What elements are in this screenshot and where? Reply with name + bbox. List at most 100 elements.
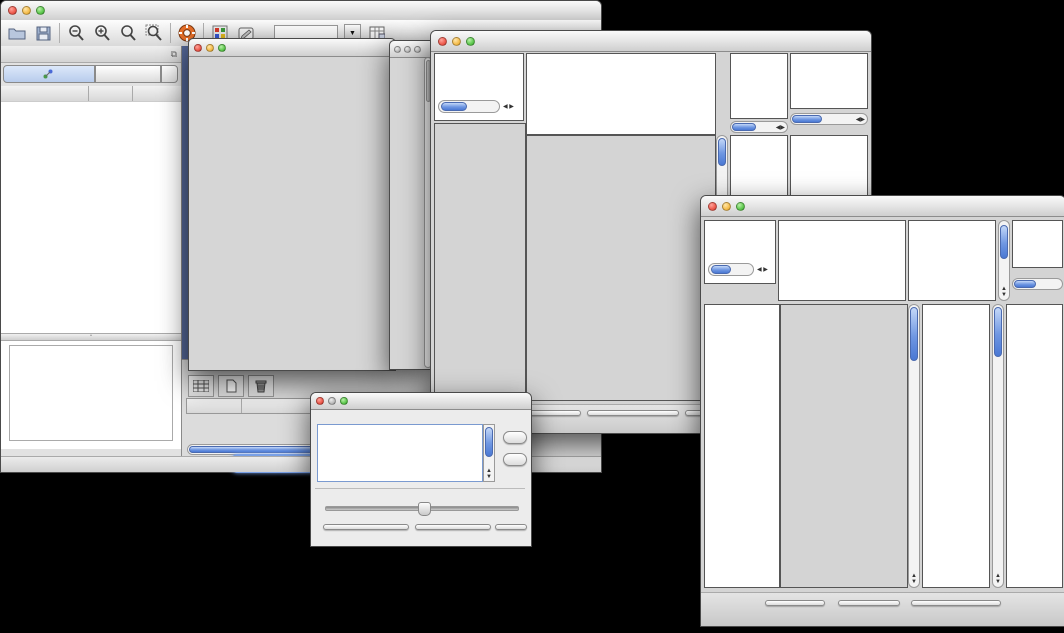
tv2-collabel-vscrollbar[interactable]: ▲▼: [998, 220, 1010, 301]
zoom-button[interactable]: [218, 44, 226, 52]
toolbar-separator: [170, 23, 171, 43]
minimize-button[interactable]: [452, 37, 461, 46]
tv2-sub-scroll-arrows[interactable]: ▲▼: [995, 573, 1001, 585]
animation-speed-slider[interactable]: [325, 506, 519, 511]
animate-vizmap-button[interactable]: [323, 524, 409, 530]
data-col-id[interactable]: [187, 399, 242, 413]
zoom-selected-icon[interactable]: [118, 23, 138, 43]
dialog-button-bar: [311, 524, 531, 542]
grid-network-canvas[interactable]: [390, 57, 424, 368]
open-file-icon[interactable]: [7, 23, 27, 43]
col-header-nodes[interactable]: [89, 86, 134, 101]
tv2-export-graphics-button[interactable]: [911, 600, 1001, 606]
tv2-column-labels: [908, 220, 996, 301]
map-colors-titlebar[interactable]: [311, 393, 531, 410]
network-overview-thumbnail[interactable]: [9, 345, 173, 441]
treeview1-titlebar[interactable]: [431, 31, 871, 52]
minimize-button[interactable]: [404, 46, 411, 53]
tv2-heatmap[interactable]: [780, 304, 908, 588]
attribute-select-icon[interactable]: [188, 375, 214, 397]
tv1-row-dendrogram[interactable]: [434, 123, 526, 401]
tv1-status-scrollbar[interactable]: [438, 100, 500, 113]
tv1-column-dendrogram[interactable]: [526, 53, 716, 135]
tv2-heatmap-vscrollbar[interactable]: ▲▼: [908, 304, 920, 588]
zoom-button[interactable]: [414, 46, 421, 53]
tv2-usage-scrollbar[interactable]: [1012, 278, 1063, 290]
zoom-button[interactable]: [466, 37, 475, 46]
tv2-row-dendrogram[interactable]: [704, 304, 780, 588]
tv1-usage-scrollbar[interactable]: ◀▶: [790, 113, 868, 125]
close-button[interactable]: [194, 44, 202, 52]
tv2-gene-list: [1006, 304, 1063, 588]
move-down-button[interactable]: [503, 453, 527, 466]
network-view-canvas[interactable]: [189, 57, 393, 369]
close-button[interactable]: [316, 397, 324, 405]
tv2-column-dendrogram-area[interactable]: [778, 220, 906, 301]
tv2-collabel-scroll-arrows[interactable]: ▲▼: [1001, 286, 1007, 298]
tv2-save-data-button[interactable]: [838, 600, 900, 606]
tv2-submatrix[interactable]: [924, 306, 988, 572]
tv2-sub-vscrollbar[interactable]: ▲▼: [992, 304, 1004, 588]
tv2-button-bar: [701, 592, 1064, 626]
tv1-usage-hints: [790, 53, 868, 109]
minimize-button[interactable]: [328, 397, 336, 405]
move-up-button[interactable]: [503, 431, 527, 444]
map-colors-dialog: ▲▼: [310, 392, 532, 547]
grid-network-window: [389, 40, 434, 370]
tab-network[interactable]: [3, 65, 95, 83]
tv2-status-scroll-arrows[interactable]: ◀ ▶: [757, 267, 768, 273]
tv2-usage-hints: [1012, 220, 1063, 268]
create-vizmap-button[interactable]: [415, 524, 491, 530]
zoom-fit-icon[interactable]: [144, 23, 164, 43]
save-icon[interactable]: [33, 23, 53, 43]
grid-window-titlebar[interactable]: [390, 41, 433, 58]
done-button[interactable]: [495, 524, 527, 530]
network-tab-icon: [43, 69, 53, 79]
tv1-view-status: ◀ ▶: [434, 53, 524, 121]
treeview2-window: ◀ ▶ ▲▼ ▲▼ ▲▼: [700, 195, 1064, 627]
window-controls[interactable]: [1, 6, 45, 15]
main-titlebar[interactable]: [1, 1, 601, 21]
col-header-edges[interactable]: [133, 86, 181, 101]
minimize-button[interactable]: [22, 6, 31, 15]
tv1-heatmap[interactable]: [526, 135, 716, 401]
attribute-list-vscrollbar[interactable]: ▲▼: [483, 424, 495, 482]
tv2-status-scrollbar[interactable]: [708, 263, 754, 276]
attribute-scroll-arrows[interactable]: ▲▼: [486, 468, 492, 480]
minimize-button[interactable]: [206, 44, 214, 52]
zoom-button[interactable]: [340, 397, 348, 405]
tv1-sub-scroll-arrows[interactable]: ◀▶: [776, 125, 785, 131]
treeview2-titlebar[interactable]: [701, 196, 1064, 217]
new-attribute-icon[interactable]: [218, 375, 244, 397]
close-button[interactable]: [394, 46, 401, 53]
tv1-export-graphics-button[interactable]: [587, 410, 679, 416]
panel-splitter[interactable]: •: [1, 333, 181, 341]
tv2-settings-button[interactable]: [765, 600, 825, 606]
close-button[interactable]: [438, 37, 447, 46]
zoom-button[interactable]: [36, 6, 45, 15]
tv1-status-scroll-arrows[interactable]: ◀ ▶: [503, 104, 514, 110]
tab-vizmapper[interactable]: [95, 65, 161, 83]
tv1-column-labels: [730, 53, 788, 119]
tv2-view-status: ◀ ▶: [704, 220, 776, 284]
zoom-out-icon[interactable]: [66, 23, 86, 43]
network-view-window: [188, 38, 396, 371]
delete-attribute-trash-icon[interactable]: [248, 375, 274, 397]
close-button[interactable]: [8, 6, 17, 15]
close-button[interactable]: [708, 202, 717, 211]
tab-overflow-button[interactable]: [161, 65, 178, 83]
network-window-titlebar[interactable]: [189, 39, 395, 57]
zoom-in-icon[interactable]: [92, 23, 112, 43]
minimize-button[interactable]: [722, 202, 731, 211]
col-header-network[interactable]: [1, 86, 89, 101]
tv1-usage-scroll-arrows[interactable]: ◀▶: [856, 117, 865, 123]
network-table-body: [1, 101, 181, 333]
slider-thumb[interactable]: [418, 502, 431, 516]
zoom-button[interactable]: [736, 202, 745, 211]
tv1-sub-hscrollbar[interactable]: ◀▶: [730, 121, 788, 133]
desktop: ▼ ⧉: [0, 0, 1064, 633]
float-panel-icon[interactable]: ⧉: [171, 49, 177, 60]
toolbar-separator: [59, 23, 60, 43]
attribute-listbox[interactable]: [317, 424, 483, 482]
tv2-heat-scroll-arrows[interactable]: ▲▼: [911, 573, 917, 585]
